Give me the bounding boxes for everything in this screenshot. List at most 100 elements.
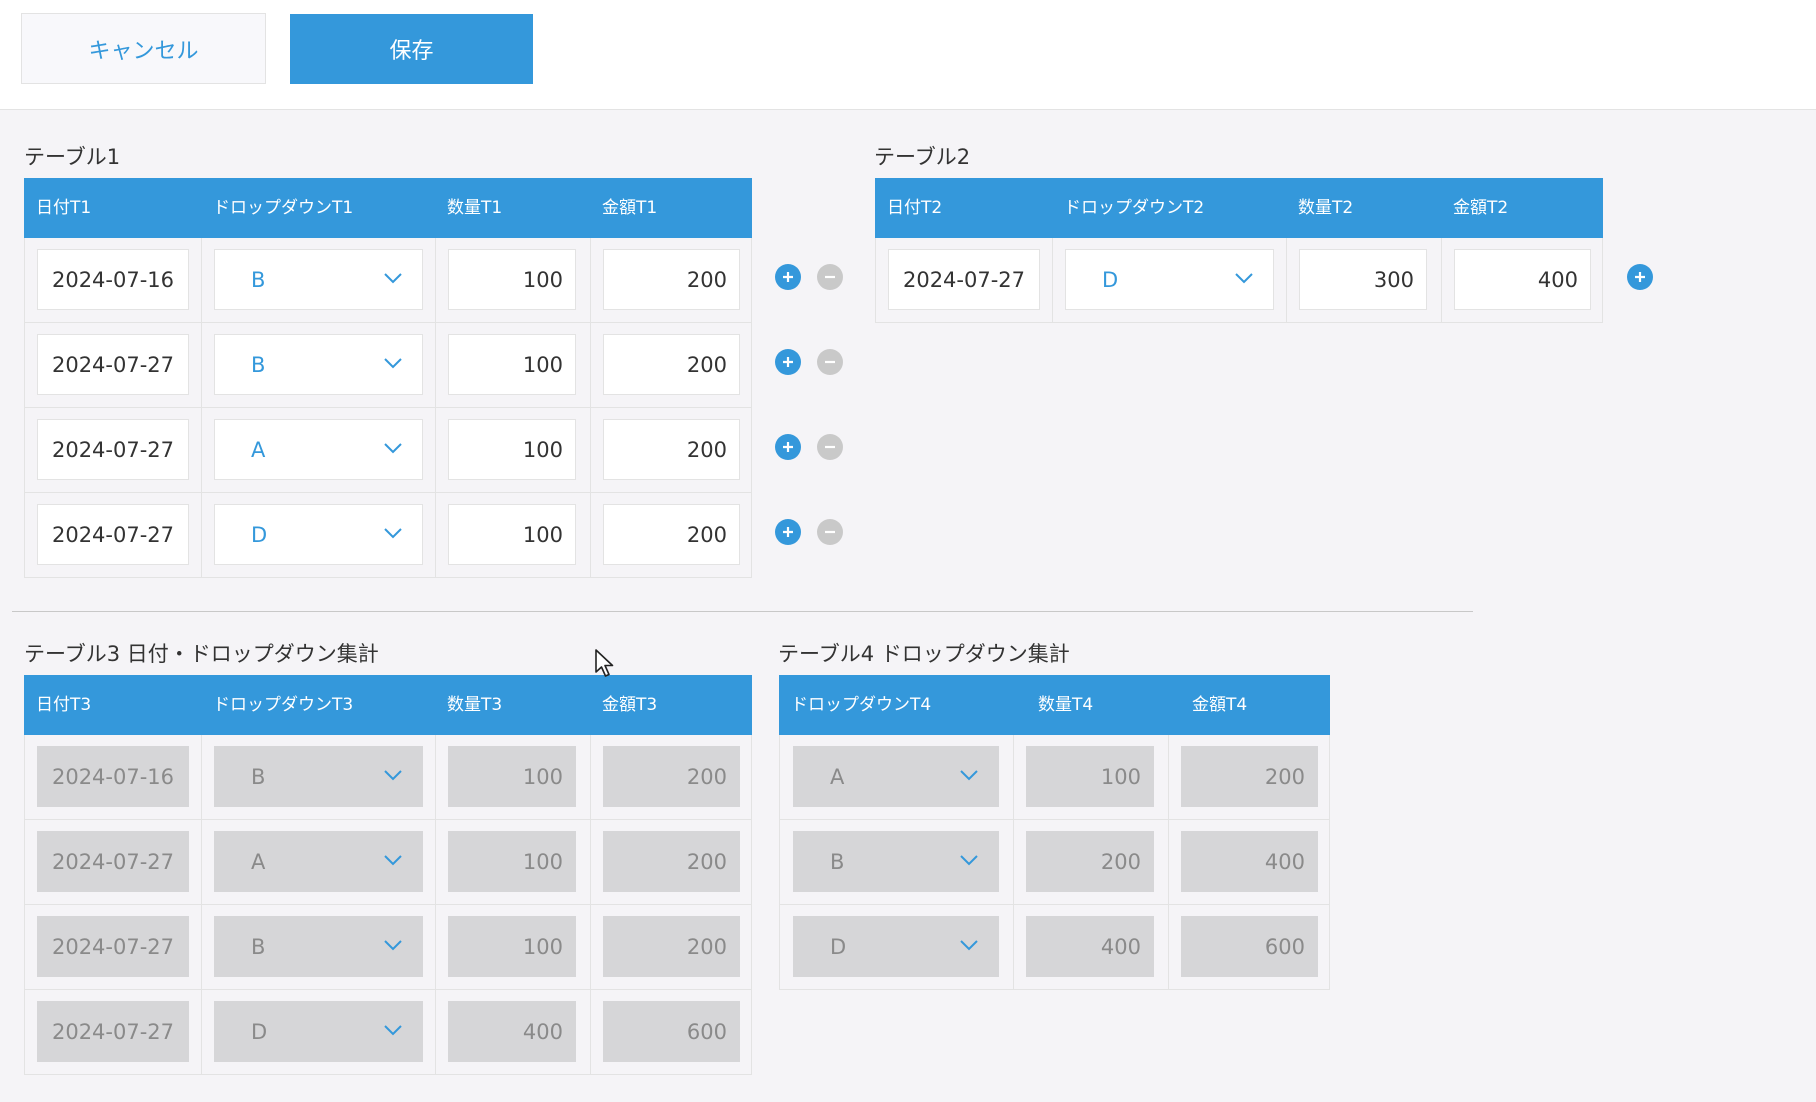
- remove-row-button[interactable]: [817, 519, 843, 545]
- table-cell: D: [1053, 238, 1287, 322]
- remove-row-button[interactable]: [817, 349, 843, 375]
- quantity-field[interactable]: 100: [448, 504, 576, 565]
- table-cell: B: [202, 905, 436, 989]
- table2-title: テーブル2: [874, 145, 971, 169]
- table2-header-dropdown: ドロップダウンT2: [1064, 198, 1205, 218]
- add-row-button[interactable]: [775, 519, 801, 545]
- add-row-button[interactable]: [775, 434, 801, 460]
- table-cell: 100: [436, 323, 591, 407]
- table1-header: 日付T1 ドロップダウンT1 数量T1 金額T1: [24, 178, 752, 238]
- save-button[interactable]: 保存: [290, 14, 533, 84]
- table3-header-amount: 金額T3: [602, 695, 658, 715]
- table-row: A 100 200: [779, 735, 1330, 820]
- date-field[interactable]: 2024-07-27: [37, 504, 189, 565]
- table-cell: 2024-07-27: [25, 493, 202, 577]
- table2: 日付T2 ドロップダウンT2 数量T2 金額T2 2024-07-27 D 300 4…: [875, 178, 1603, 328]
- table-row: 2024-07-27 D 300 400: [875, 238, 1603, 323]
- table-cell: 100: [1014, 735, 1169, 819]
- quantity-field: 400: [1026, 916, 1154, 977]
- amount-field[interactable]: 200: [603, 334, 740, 395]
- add-row-button[interactable]: [775, 264, 801, 290]
- quantity-field: 100: [1026, 746, 1154, 807]
- plus-circle-icon: [781, 270, 795, 284]
- remove-row-button[interactable]: [817, 264, 843, 290]
- table-row: 2024-07-27 A 100 200: [24, 408, 752, 493]
- table-cell: 200: [591, 408, 753, 492]
- table3-header-dropdown: ドロップダウンT3: [213, 695, 354, 715]
- minus-circle-icon: [823, 270, 837, 284]
- table3-header: 日付T3 ドロップダウンT3 数量T3 金額T3: [24, 675, 752, 735]
- chevron-down-icon[interactable]: [382, 522, 404, 544]
- amount-field: 200: [603, 746, 740, 807]
- table4-header-qty: 数量T4: [1038, 695, 1094, 715]
- table-cell: 2024-07-27: [876, 238, 1053, 322]
- table-cell: 100: [436, 820, 591, 904]
- date-field[interactable]: 2024-07-27: [37, 334, 189, 395]
- amount-field[interactable]: 200: [603, 504, 740, 565]
- table-cell: 400: [1442, 238, 1604, 322]
- date-field: 2024-07-16: [37, 746, 189, 807]
- table3-title: テーブル3 日付・ドロップダウン集計: [24, 642, 379, 666]
- minus-circle-icon: [823, 355, 837, 369]
- table-cell: D: [202, 493, 436, 577]
- table-row: 2024-07-27 D 400 600: [24, 990, 752, 1075]
- add-row-button[interactable]: [775, 349, 801, 375]
- table-row: 2024-07-27 B 100 200: [24, 905, 752, 990]
- table3-header-qty: 数量T3: [447, 695, 503, 715]
- remove-row-button[interactable]: [817, 434, 843, 460]
- amount-field[interactable]: 200: [603, 249, 740, 310]
- amount-field: 600: [1181, 916, 1318, 977]
- amount-field[interactable]: 400: [1454, 249, 1591, 310]
- quantity-field[interactable]: 100: [448, 334, 576, 395]
- table4: ドロップダウンT4 数量T4 金額T4 A 100 200 B 200 400 D 400 60…: [779, 675, 1330, 995]
- table-cell: 200: [591, 238, 753, 322]
- quantity-field[interactable]: 100: [448, 249, 576, 310]
- table3: 日付T3 ドロップダウンT3 数量T3 金額T3 2024-07-16 B 100 2…: [24, 675, 752, 1075]
- table1: 日付T1 ドロップダウンT1 数量T1 金額T1 2024-07-16 B 100 2…: [24, 178, 752, 578]
- table-cell: 200: [1014, 820, 1169, 904]
- quantity-field[interactable]: 300: [1299, 249, 1427, 310]
- quantity-field: 200: [1026, 831, 1154, 892]
- table-cell: B: [202, 238, 436, 322]
- table4-header: ドロップダウンT4 数量T4 金額T4: [779, 675, 1330, 735]
- chevron-down-icon: [382, 764, 404, 786]
- amount-field[interactable]: 200: [603, 419, 740, 480]
- table-cell: 2024-07-27: [25, 323, 202, 407]
- chevron-down-icon: [382, 849, 404, 871]
- date-field[interactable]: 2024-07-27: [888, 249, 1040, 310]
- plus-circle-icon: [781, 355, 795, 369]
- chevron-down-icon[interactable]: [1233, 267, 1255, 289]
- chevron-down-icon: [958, 934, 980, 956]
- table-cell: B: [202, 323, 436, 407]
- chevron-down-icon[interactable]: [382, 267, 404, 289]
- table-cell: 200: [591, 323, 753, 407]
- table2-header-date: 日付T2: [887, 198, 943, 218]
- chevron-down-icon: [958, 764, 980, 786]
- table3-header-date: 日付T3: [36, 695, 92, 715]
- table-cell: 200: [591, 735, 753, 819]
- cancel-button[interactable]: キャンセル: [21, 13, 266, 84]
- add-row-button[interactable]: [1627, 264, 1653, 290]
- table2-header-qty: 数量T2: [1298, 198, 1354, 218]
- table-row: 2024-07-27 B 100 200: [24, 323, 752, 408]
- table-row: 2024-07-27 A 100 200: [24, 820, 752, 905]
- date-field[interactable]: 2024-07-27: [37, 419, 189, 480]
- table-cell: 600: [591, 990, 753, 1074]
- table-cell: 2024-07-27: [25, 990, 202, 1074]
- quantity-field: 100: [448, 746, 576, 807]
- chevron-down-icon: [382, 1019, 404, 1041]
- table4-header-dropdown: ドロップダウンT4: [791, 695, 932, 715]
- table2-header-amount: 金額T2: [1453, 198, 1509, 218]
- table-cell: 100: [436, 238, 591, 322]
- table-cell: 400: [436, 990, 591, 1074]
- chevron-down-icon[interactable]: [382, 352, 404, 374]
- chevron-down-icon: [958, 849, 980, 871]
- quantity-field[interactable]: 100: [448, 419, 576, 480]
- amount-field: 200: [1181, 746, 1318, 807]
- table-cell: A: [202, 820, 436, 904]
- table-cell: 100: [436, 905, 591, 989]
- plus-circle-icon: [1633, 270, 1647, 284]
- chevron-down-icon[interactable]: [382, 437, 404, 459]
- date-field[interactable]: 2024-07-16: [37, 249, 189, 310]
- table-cell: 2024-07-16: [25, 735, 202, 819]
